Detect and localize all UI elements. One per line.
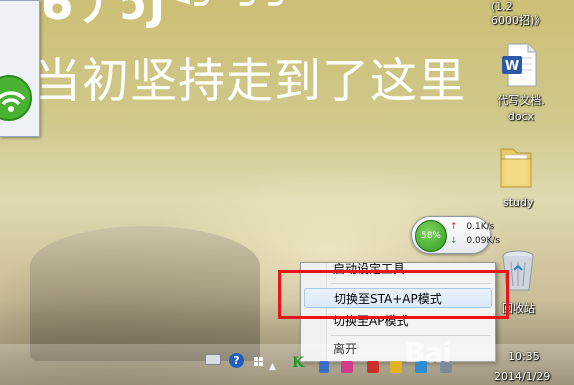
windows-flag-icon[interactable] xyxy=(254,352,264,366)
app-icon-2[interactable] xyxy=(341,361,353,373)
upload-speed-value: 0.1K/s xyxy=(466,222,495,232)
desktop-icon-label: 代写文档. docx xyxy=(497,94,545,123)
word-document-icon: W xyxy=(502,43,537,87)
wallpaper-headline: ᑲ丿ɔJᑉ╯ ╯╯ xyxy=(40,0,298,30)
clock-date[interactable]: 2014/1/29 xyxy=(494,370,550,383)
svg-text:W: W xyxy=(505,59,519,74)
upload-speed-row: ↑ 0.1K/s xyxy=(450,222,494,232)
network-usage-circle: 58% xyxy=(415,220,447,252)
clock-time[interactable]: 10:35 xyxy=(508,350,540,363)
desktop-icon-label: study xyxy=(503,196,534,209)
download-arrow-icon: ↓ xyxy=(450,236,458,246)
folder-icon xyxy=(500,148,532,188)
network-speed-widget[interactable]: 58% ↑ 0.1K/s ↓ 0.09K/s xyxy=(411,216,500,254)
taskbar xyxy=(0,344,574,385)
app-icon-4[interactable] xyxy=(390,361,402,373)
app-icon-1[interactable] xyxy=(319,361,329,373)
desktop-icon-word-document[interactable]: W xyxy=(500,42,540,88)
keyboard-icon[interactable] xyxy=(205,354,221,365)
app-icon-3[interactable] xyxy=(367,361,379,373)
help-icon[interactable]: ? xyxy=(229,353,244,368)
download-speed-value: 0.09K/s xyxy=(466,236,501,246)
highlight-annotation-box xyxy=(278,270,509,319)
upload-arrow-icon: ↑ xyxy=(450,222,458,232)
download-speed-row: ↓ 0.09K/s xyxy=(450,236,500,246)
show-hidden-icons-chevron[interactable]: ▲ xyxy=(269,362,276,372)
wallpaper-slogan: 当初坚持走到了这里 xyxy=(34,54,466,109)
watermark-logo: Bai xyxy=(404,336,452,369)
desktop-icon-study-folder[interactable] xyxy=(497,143,535,191)
desktop-background: ᑲ丿ɔJᑉ╯ ╯╯ 当初坚持走到了这里 (1.2 6000招)》 W 代写文档.… xyxy=(0,0,574,385)
network-k-icon[interactable]: K xyxy=(292,355,304,371)
desktop-file-label-partial[interactable]: (1.2 6000招)》 xyxy=(491,0,545,28)
